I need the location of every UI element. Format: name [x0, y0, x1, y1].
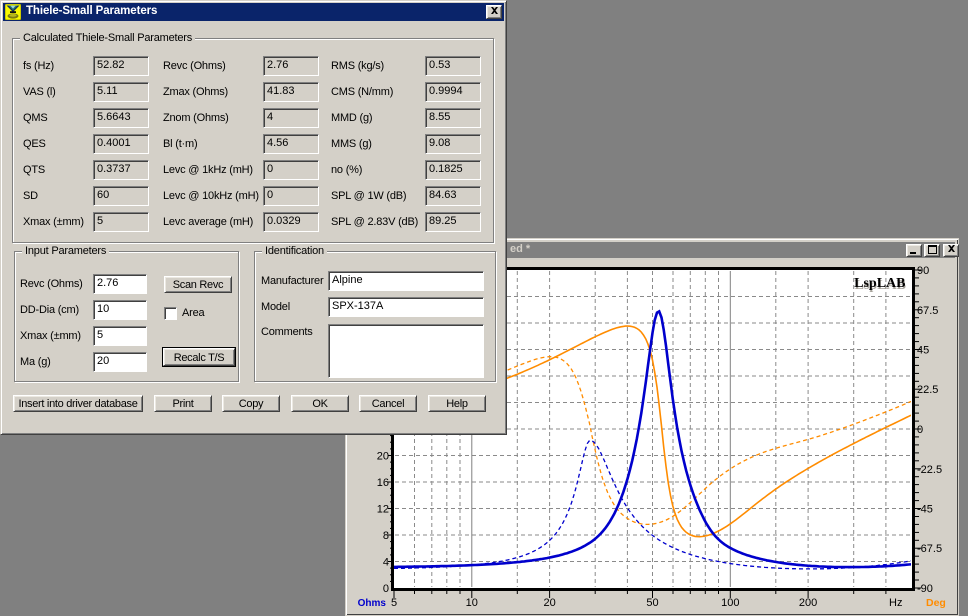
svg-text:0: 0 [917, 424, 923, 436]
svg-text:5: 5 [391, 597, 397, 609]
svg-text:-45: -45 [917, 504, 933, 516]
svg-text:8: 8 [383, 530, 389, 542]
svg-text:90: 90 [917, 265, 929, 277]
svg-text:20: 20 [543, 597, 555, 609]
svg-text:Ohms: Ohms [358, 598, 387, 609]
svg-text:0: 0 [383, 583, 389, 595]
svg-text:LspLAB: LspLAB [854, 276, 905, 291]
svg-text:200: 200 [799, 597, 817, 609]
svg-text:67.5: 67.5 [917, 305, 938, 317]
svg-text:16: 16 [377, 477, 389, 489]
svg-text:10: 10 [466, 597, 478, 609]
svg-text:12: 12 [377, 504, 389, 516]
svg-text:50: 50 [646, 597, 658, 609]
svg-text:100: 100 [721, 597, 739, 609]
svg-text:-22.5: -22.5 [917, 464, 942, 476]
svg-text:20: 20 [377, 451, 389, 463]
svg-text:Hz: Hz [889, 597, 902, 609]
svg-text:22.5: 22.5 [917, 384, 938, 396]
svg-text:-67.5: -67.5 [917, 543, 942, 555]
svg-text:45: 45 [917, 345, 929, 357]
svg-text:-90: -90 [917, 583, 933, 595]
svg-text:4: 4 [383, 557, 389, 569]
svg-text:Deg: Deg [926, 597, 946, 609]
